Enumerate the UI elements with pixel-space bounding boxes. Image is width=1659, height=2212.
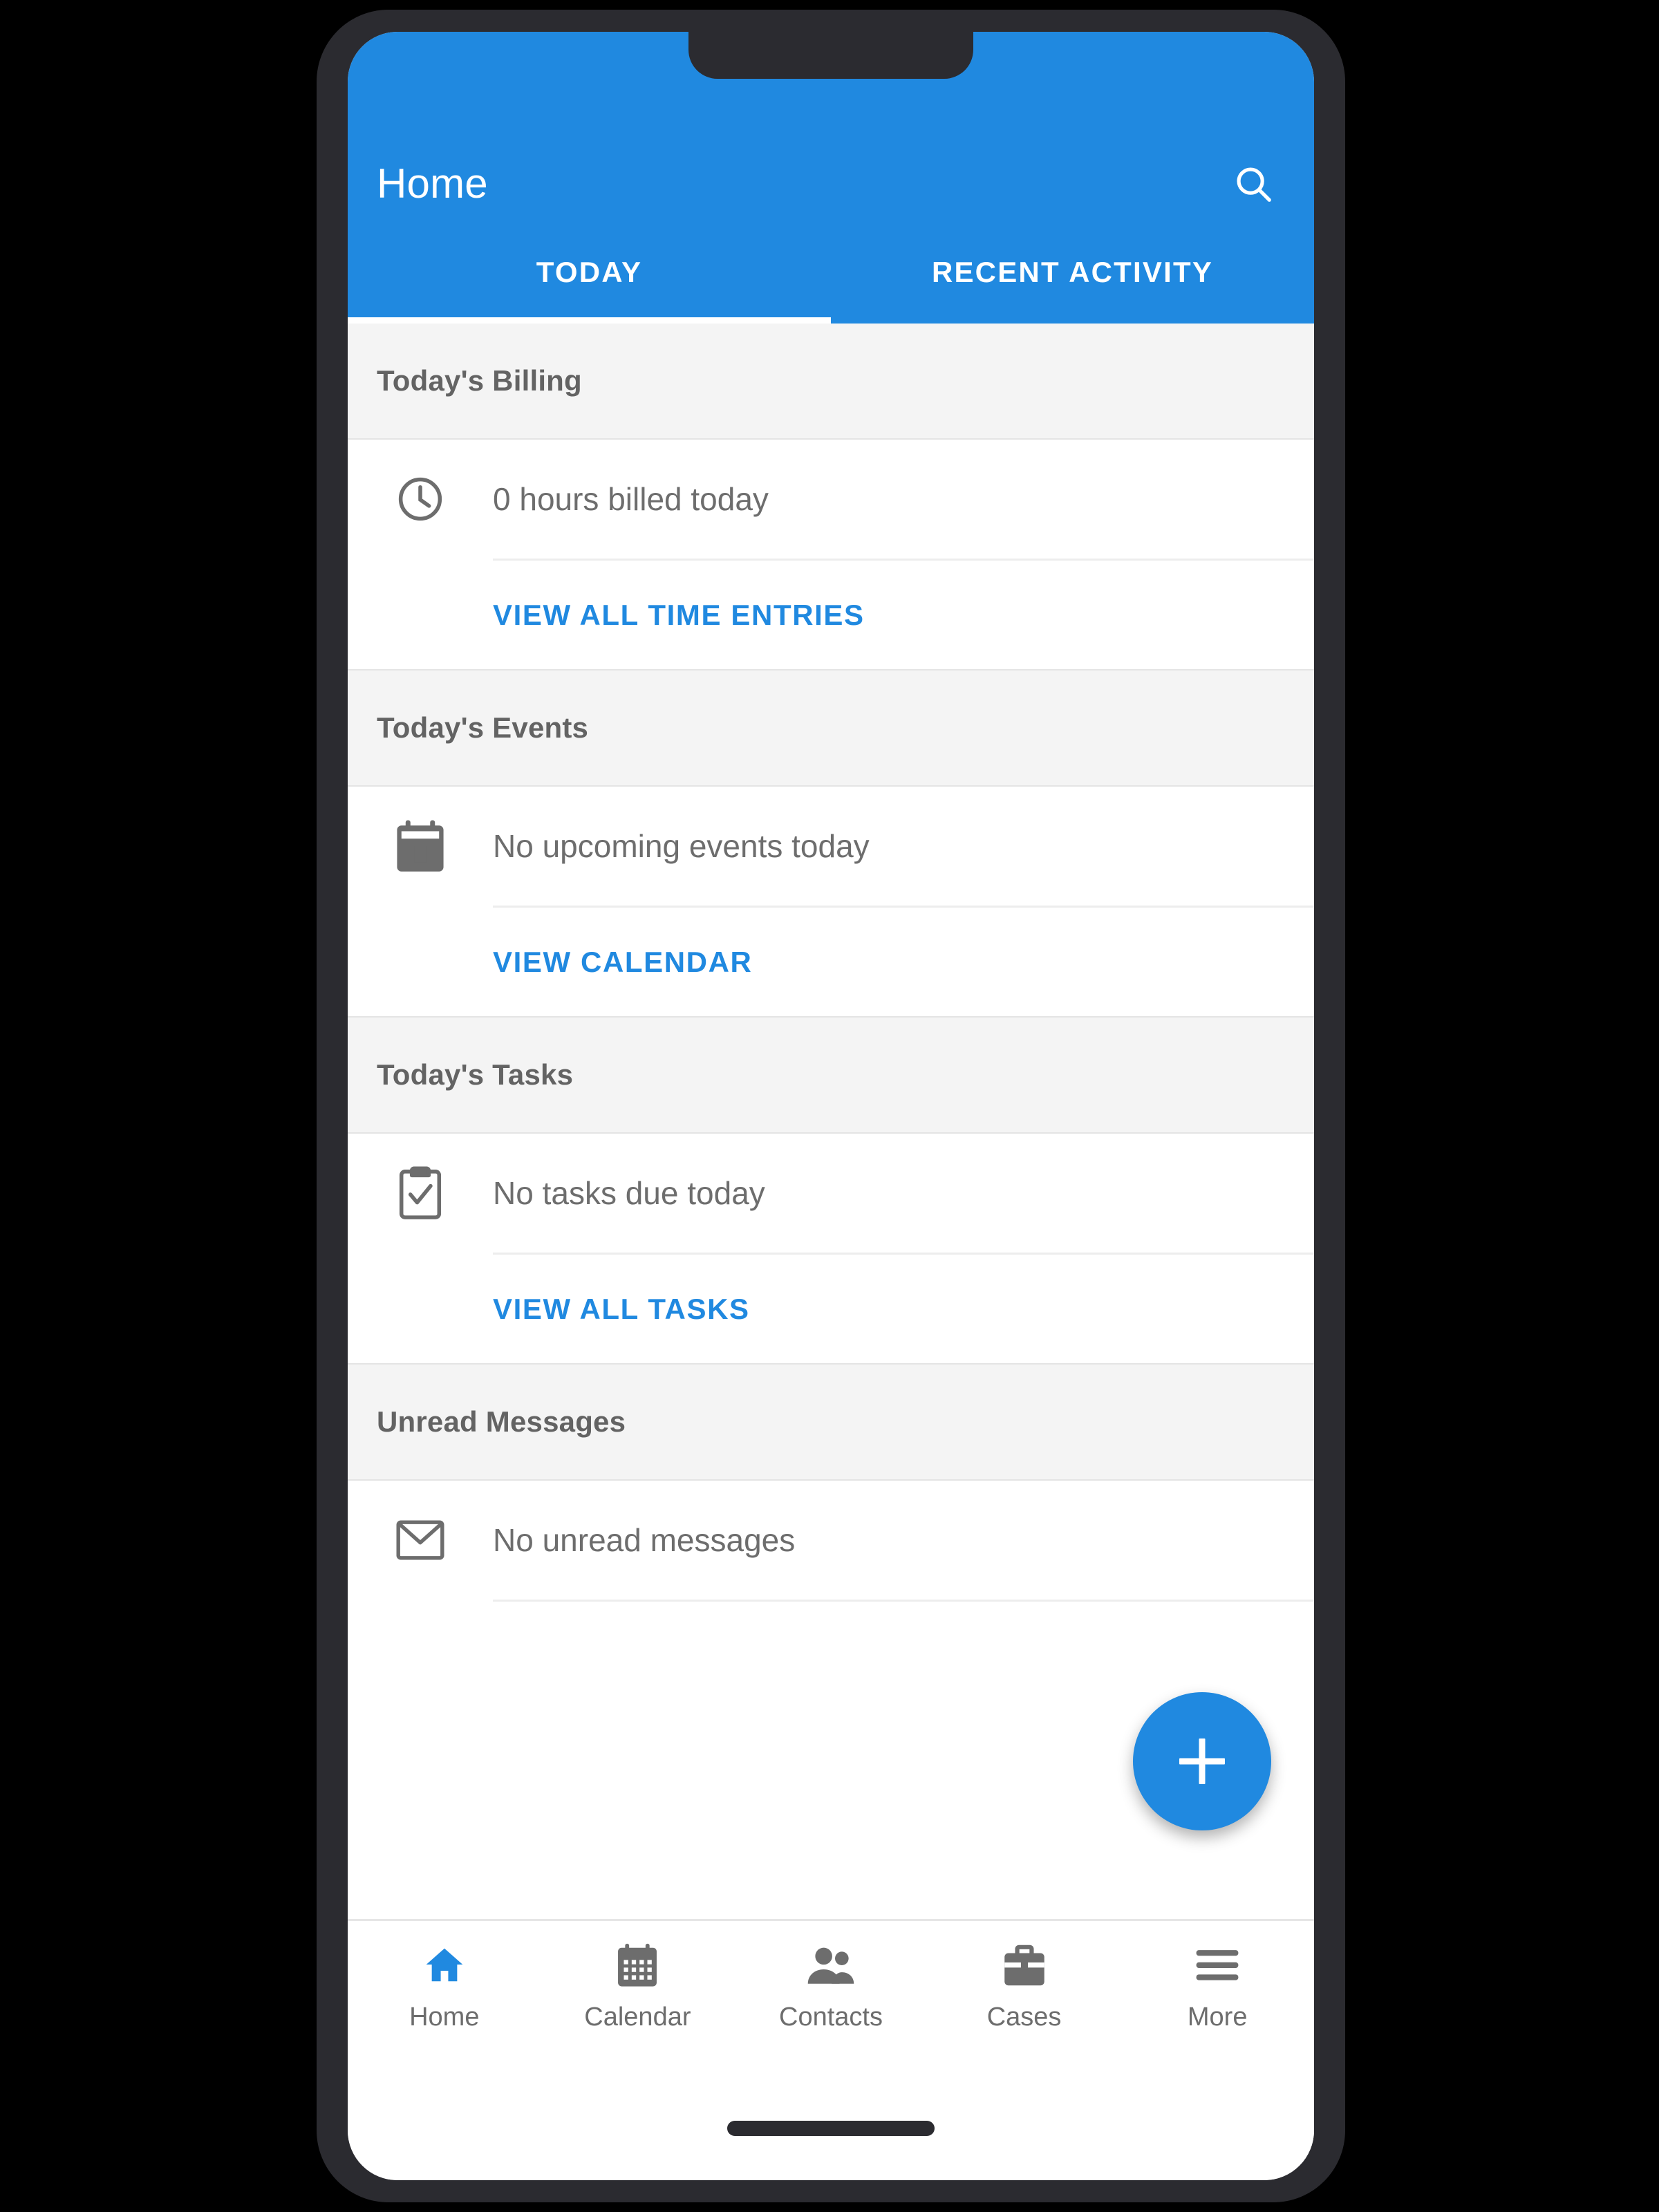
contacts-icon xyxy=(806,1939,856,1991)
list-item-messages: No unread messages xyxy=(348,1481,1314,1600)
action-row-body: VIEW ALL TIME ENTRIES xyxy=(493,559,1314,669)
nav-label: Home xyxy=(409,2003,480,2032)
section-header-tasks: Today's Tasks xyxy=(348,1018,1314,1134)
action-row-body: VIEW ALL TASKS xyxy=(493,1253,1314,1363)
calendar-icon xyxy=(617,1939,657,1991)
action-row-body: VIEW CALENDAR xyxy=(493,906,1314,1016)
clipboard-check-icon xyxy=(348,1134,493,1253)
nav-item-contacts[interactable]: Contacts xyxy=(734,1939,928,2032)
tab-recent-activity[interactable]: RECENT ACTIVITY xyxy=(831,225,1314,324)
menu-icon xyxy=(1195,1939,1239,1991)
messages-empty-text: No unread messages xyxy=(493,1522,796,1558)
action-row-spacer xyxy=(348,1600,493,1710)
bottom-navigation: Home Calendar Contacts Cases More xyxy=(348,1919,1314,2077)
content-scroll-area[interactable]: Today's Billing 0 hours billed today VIE… xyxy=(348,324,1314,1919)
list-item-body: No unread messages xyxy=(493,1481,1314,1600)
view-all-time-entries-button[interactable]: VIEW ALL TIME ENTRIES xyxy=(493,599,865,632)
action-row-spacer xyxy=(348,559,493,669)
home-indicator-area xyxy=(348,2077,1314,2180)
section-header-messages: Unread Messages xyxy=(348,1365,1314,1481)
nav-label: More xyxy=(1187,2003,1248,2032)
search-button[interactable] xyxy=(1220,151,1286,217)
action-row-spacer xyxy=(348,906,493,1016)
nav-item-home[interactable]: Home xyxy=(348,1939,541,2032)
action-row-tasks: VIEW ALL TASKS xyxy=(348,1253,1314,1365)
plus-icon xyxy=(1179,1738,1225,1784)
list-item-billing: 0 hours billed today xyxy=(348,440,1314,559)
list-item-tasks: No tasks due today xyxy=(348,1134,1314,1253)
phone-notch xyxy=(688,32,973,79)
list-item-body: No upcoming events today xyxy=(493,787,1314,906)
section-title: Today's Billing xyxy=(377,364,582,397)
clock-icon xyxy=(348,440,493,559)
envelope-icon xyxy=(348,1481,493,1600)
list-item-body: 0 hours billed today xyxy=(493,440,1314,559)
nav-label: Calendar xyxy=(584,2003,691,2032)
app-bar-top-row: Home xyxy=(348,142,1314,225)
nav-label: Contacts xyxy=(779,2003,883,2032)
action-row-messages xyxy=(348,1600,1314,1710)
section-header-billing: Today's Billing xyxy=(348,324,1314,440)
action-row-billing: VIEW ALL TIME ENTRIES xyxy=(348,559,1314,671)
tab-today[interactable]: TODAY xyxy=(348,225,831,324)
view-calendar-button[interactable]: VIEW CALENDAR xyxy=(493,946,752,979)
nav-item-more[interactable]: More xyxy=(1121,1939,1314,2032)
tasks-empty-text: No tasks due today xyxy=(493,1175,765,1211)
calendar-icon xyxy=(348,787,493,906)
action-row-spacer xyxy=(348,1253,493,1363)
briefcase-icon xyxy=(1003,1939,1046,1991)
list-item-events: No upcoming events today xyxy=(348,787,1314,906)
nav-item-calendar[interactable]: Calendar xyxy=(541,1939,735,2032)
view-all-tasks-button[interactable]: VIEW ALL TASKS xyxy=(493,1293,750,1326)
section-title: Unread Messages xyxy=(377,1405,626,1438)
action-row-events: VIEW CALENDAR xyxy=(348,906,1314,1018)
nav-label: Cases xyxy=(986,2003,1062,2032)
home-icon xyxy=(423,1939,466,1991)
section-header-events: Today's Events xyxy=(348,671,1314,787)
list-item-body: No tasks due today xyxy=(493,1134,1314,1253)
section-title: Today's Tasks xyxy=(377,1058,574,1091)
page-title: Home xyxy=(377,160,488,207)
phone-frame: Home TODAY RECENT ACTIVITY Today's Billi… xyxy=(317,10,1345,2202)
home-indicator xyxy=(727,2121,935,2136)
billing-empty-text: 0 hours billed today xyxy=(493,481,769,517)
events-empty-text: No upcoming events today xyxy=(493,828,870,864)
search-icon xyxy=(1232,162,1275,205)
tab-active-indicator xyxy=(348,317,831,324)
screenshot-stage: Home TODAY RECENT ACTIVITY Today's Billi… xyxy=(0,0,1659,2212)
add-button[interactable] xyxy=(1133,1692,1271,1830)
tab-bar: TODAY RECENT ACTIVITY xyxy=(348,225,1314,324)
section-title: Today's Events xyxy=(377,711,589,744)
phone-screen: Home TODAY RECENT ACTIVITY Today's Billi… xyxy=(348,32,1314,2180)
nav-item-cases[interactable]: Cases xyxy=(928,1939,1121,2032)
